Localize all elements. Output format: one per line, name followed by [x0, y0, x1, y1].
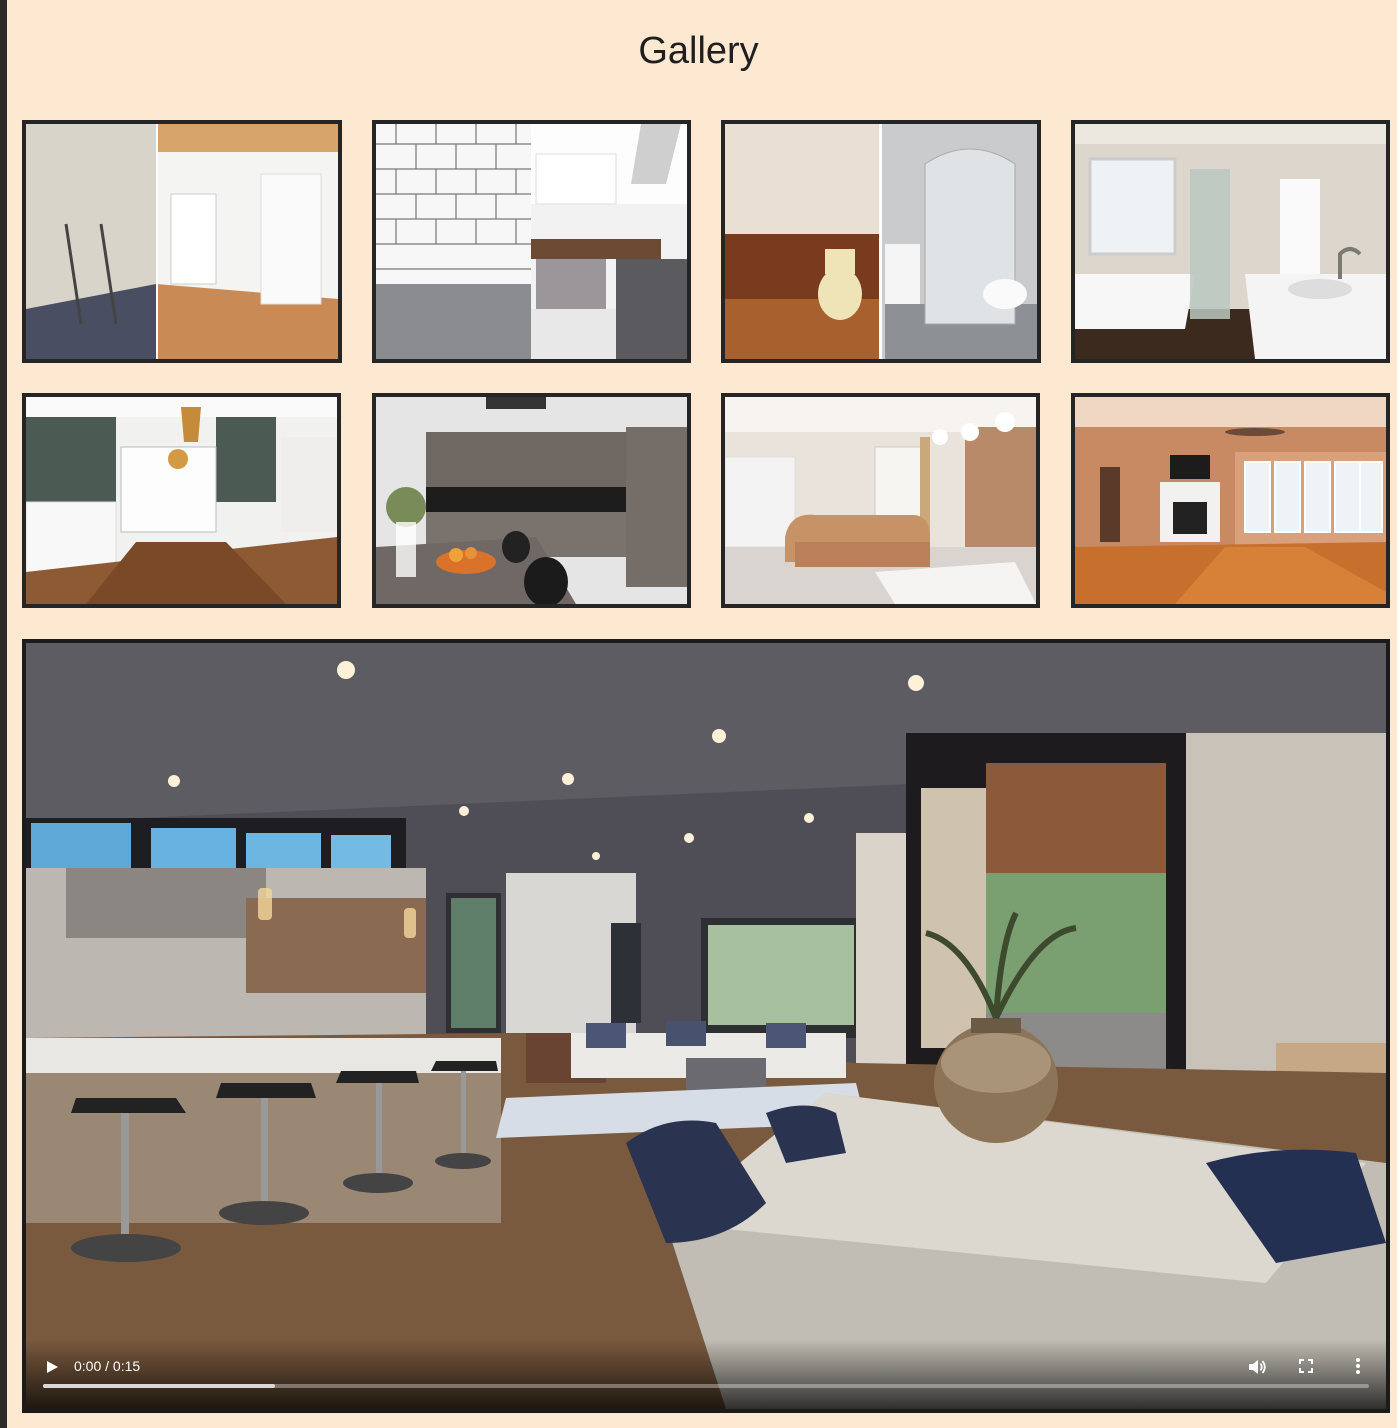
gallery-image-7[interactable]: [721, 393, 1040, 608]
page-title: Gallery: [638, 30, 759, 72]
gallery-image-6[interactable]: [372, 393, 691, 608]
fullscreen-icon: [1299, 1359, 1313, 1373]
gallery-image-8[interactable]: [1071, 393, 1390, 608]
volume-icon: [1249, 1360, 1266, 1374]
video-controls: 0:00 / 0:15: [26, 1339, 1386, 1409]
video-player[interactable]: 0:00 / 0:15: [22, 639, 1390, 1413]
play-icon: [47, 1361, 58, 1373]
kitchen-before-after-image: [376, 124, 687, 359]
gallery-image-3[interactable]: [721, 120, 1041, 363]
volume-button[interactable]: [1246, 1356, 1268, 1378]
video-progress-fill: [43, 1384, 276, 1388]
fullscreen-button[interactable]: [1296, 1356, 1316, 1376]
room-renovation-before-after-image: [26, 124, 338, 359]
bathroom-before-after-image: [725, 124, 1037, 359]
video-frame-image: [26, 643, 1386, 1409]
bathroom-bathtub-image: [1075, 124, 1386, 359]
gallery-image-1[interactable]: [22, 120, 342, 363]
gallery-image-5[interactable]: [22, 393, 341, 608]
video-time-display: 0:00 / 0:15: [74, 1358, 141, 1374]
living-room-sofa-image: [725, 397, 1036, 604]
more-options-icon: [1356, 1358, 1360, 1374]
left-edge-bar: [0, 0, 7, 1428]
modern-kitchen-image: [376, 397, 687, 604]
play-button[interactable]: [44, 1359, 60, 1375]
more-options-button[interactable]: [1350, 1354, 1366, 1378]
video-progress-bar[interactable]: [43, 1384, 1369, 1388]
gallery-image-2[interactable]: [372, 120, 691, 363]
dining-room-image: [26, 397, 337, 604]
gallery-image-4[interactable]: [1071, 120, 1390, 363]
living-room-fireplace-image: [1075, 397, 1386, 604]
